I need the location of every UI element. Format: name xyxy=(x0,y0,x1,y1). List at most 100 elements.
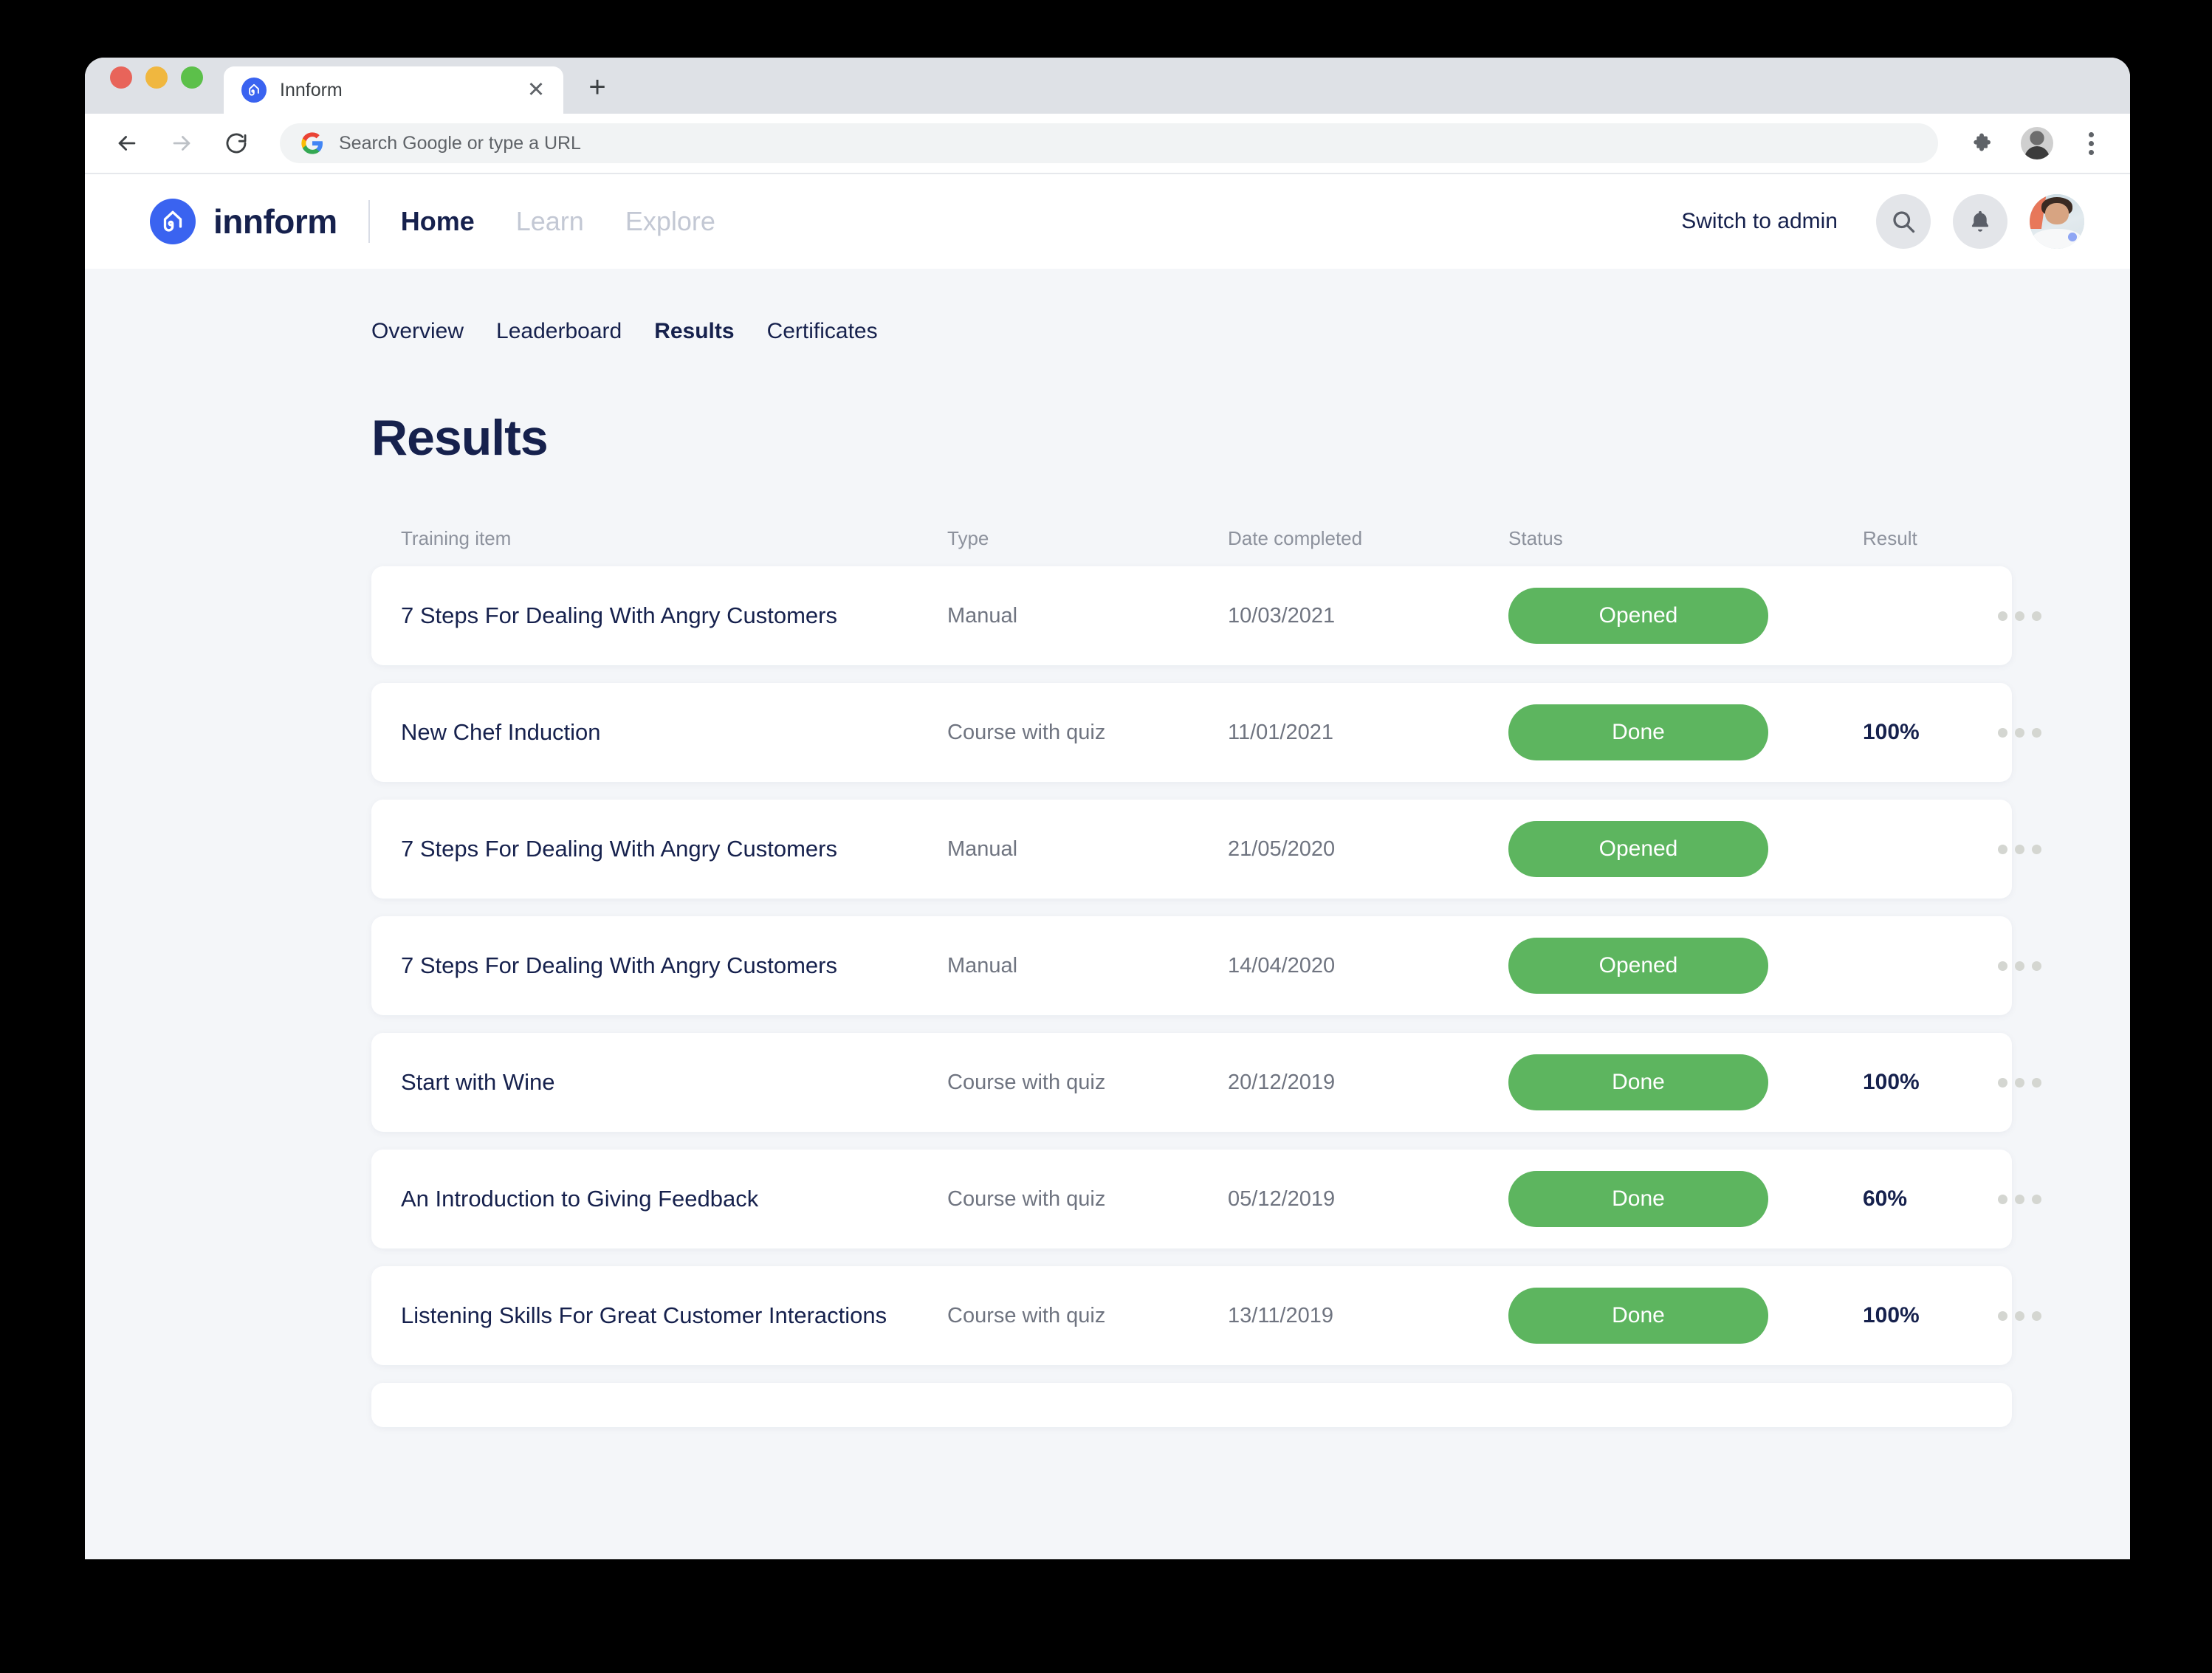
app-viewport: innform Home Learn Explore Switch to adm… xyxy=(85,174,2130,1559)
row-status: Done xyxy=(1508,1288,1863,1344)
row-date-completed: 13/11/2019 xyxy=(1228,1303,1333,1327)
row-training-item[interactable]: 7 Steps For Dealing With Angry Customers xyxy=(401,951,947,981)
table-row[interactable]: 7 Steps For Dealing With Angry Customers… xyxy=(371,800,2041,899)
sub-nav: Overview Leaderboard Results Certificate… xyxy=(85,269,2130,344)
column-header-training-item: Training item xyxy=(401,527,512,549)
status-badge: Opened xyxy=(1508,588,1768,644)
close-window-button[interactable] xyxy=(110,66,132,89)
row-type: Manual xyxy=(947,953,1018,978)
row-result: 60% xyxy=(1863,1186,1908,1211)
kebab-menu-icon[interactable] xyxy=(1996,844,2041,854)
table-row[interactable]: 7 Steps For Dealing With Angry Customers… xyxy=(371,566,2041,665)
puzzle-piece-icon[interactable] xyxy=(1966,126,2000,160)
switch-to-admin-link[interactable]: Switch to admin xyxy=(1681,209,1838,234)
status-badge: Opened xyxy=(1508,821,1768,877)
kebab-menu-icon[interactable] xyxy=(1996,1077,2041,1088)
row-result: 100% xyxy=(1863,1070,1920,1094)
browser-toolbar: Search Google or type a URL xyxy=(85,114,2130,174)
row-type: Course with quiz xyxy=(947,720,1106,744)
sub-nav-item-certificates[interactable]: Certificates xyxy=(767,319,878,344)
nav-item-learn[interactable]: Learn xyxy=(516,206,584,237)
kebab-menu-icon[interactable] xyxy=(1996,611,2041,621)
row-training-item[interactable]: 7 Steps For Dealing With Angry Customers xyxy=(401,834,947,865)
row-training-item[interactable]: New Chef Induction xyxy=(401,718,947,748)
row-type: Course with quiz xyxy=(947,1186,1106,1211)
row-training-item[interactable]: Start with Wine xyxy=(401,1068,947,1098)
bell-icon[interactable] xyxy=(1953,194,2007,249)
arrow-left-icon[interactable] xyxy=(110,126,144,160)
row-date-completed: 05/12/2019 xyxy=(1228,1186,1336,1211)
minimize-window-button[interactable] xyxy=(145,66,168,89)
row-date-completed: 21/05/2020 xyxy=(1228,836,1336,861)
browser-tab-title: Innform xyxy=(280,79,343,100)
close-icon[interactable]: ✕ xyxy=(523,78,549,103)
column-header-result: Result xyxy=(1863,527,1917,549)
kebab-menu-icon[interactable] xyxy=(1996,1194,2041,1204)
sub-nav-item-results[interactable]: Results xyxy=(654,319,734,344)
three-dots-vertical-icon[interactable] xyxy=(2074,126,2108,160)
kebab-menu-icon[interactable] xyxy=(1996,1310,2041,1321)
arrow-right-icon[interactable] xyxy=(165,126,199,160)
window-controls xyxy=(110,58,203,114)
search-icon[interactable] xyxy=(1876,194,1931,249)
row-training-item[interactable]: An Introduction to Giving Feedback xyxy=(401,1184,947,1215)
chrome-profile-avatar[interactable] xyxy=(2021,127,2053,159)
table-header: Training item Type Date completed Status… xyxy=(371,527,2012,550)
row-status: Opened xyxy=(1508,588,1863,644)
main-nav: Home Learn Explore xyxy=(401,206,715,237)
innform-house-icon xyxy=(150,199,196,244)
search-input[interactable]: Search Google or type a URL xyxy=(280,123,1938,163)
row-type: Course with quiz xyxy=(947,1303,1106,1327)
row-date-completed: 14/04/2020 xyxy=(1228,953,1336,978)
table-row[interactable]: Start with Wine Course with quiz 20/12/201… xyxy=(371,1033,2041,1132)
header-actions: Switch to admin xyxy=(1681,194,2084,249)
status-badge: Done xyxy=(1508,1054,1768,1110)
google-g-icon xyxy=(301,132,323,154)
row-status: Opened xyxy=(1508,821,1863,877)
table-row[interactable]: Listening Skills For Great Customer Inte… xyxy=(371,1266,2041,1365)
table-row[interactable]: New Chef Induction Course with quiz 11/01/… xyxy=(371,683,2041,782)
row-type: Course with quiz xyxy=(947,1070,1106,1094)
page-title: Results xyxy=(371,410,549,466)
status-badge: Opened xyxy=(1508,938,1768,994)
table-rows: 7 Steps For Dealing With Angry Customers… xyxy=(371,566,2041,1365)
nav-item-explore[interactable]: Explore xyxy=(625,206,715,237)
status-badge: Done xyxy=(1508,1288,1768,1344)
table-row[interactable]: An Introduction to Giving Feedback Course… xyxy=(371,1150,2041,1248)
row-type: Manual xyxy=(947,836,1018,861)
brand-name: innform xyxy=(213,202,337,241)
browser-window: Innform ✕ + Search Google or type a URL xyxy=(85,58,2130,1559)
brand-logo[interactable]: innform xyxy=(150,199,337,244)
omnibox-text: Search Google or type a URL xyxy=(339,132,581,154)
browser-tab-strip: Innform ✕ + xyxy=(85,58,2130,114)
row-training-item[interactable]: 7 Steps For Dealing With Angry Customers xyxy=(401,601,947,631)
innform-logo-icon xyxy=(241,78,267,103)
table-row[interactable] xyxy=(371,1383,2012,1427)
sub-nav-item-leaderboard[interactable]: Leaderboard xyxy=(496,319,622,344)
sub-nav-item-overview[interactable]: Overview xyxy=(371,319,464,344)
maximize-window-button[interactable] xyxy=(181,66,203,89)
browser-tab[interactable]: Innform ✕ xyxy=(224,66,563,114)
row-training-item[interactable]: Listening Skills For Great Customer Inte… xyxy=(401,1301,947,1331)
plus-icon[interactable]: + xyxy=(580,69,615,105)
app-header: innform Home Learn Explore Switch to adm… xyxy=(85,174,2130,269)
row-type: Manual xyxy=(947,603,1018,628)
kebab-menu-icon[interactable] xyxy=(1996,961,2041,971)
column-header-date-completed: Date completed xyxy=(1228,527,1363,549)
status-badge: Done xyxy=(1508,704,1768,760)
nav-item-home[interactable]: Home xyxy=(401,206,475,237)
avatar[interactable] xyxy=(2030,194,2084,249)
row-date-completed: 11/01/2021 xyxy=(1228,720,1333,744)
row-status: Done xyxy=(1508,1171,1863,1227)
table-row[interactable]: 7 Steps For Dealing With Angry Customers… xyxy=(371,916,2041,1015)
column-header-status: Status xyxy=(1508,527,1563,549)
column-header-type: Type xyxy=(947,527,989,549)
kebab-menu-icon[interactable] xyxy=(1996,727,2041,738)
row-status: Done xyxy=(1508,1054,1863,1110)
reload-icon[interactable] xyxy=(219,126,253,160)
page-body: Results Training item Type Date complete… xyxy=(85,409,2130,1427)
row-date-completed: 10/03/2021 xyxy=(1228,603,1336,628)
row-status: Done xyxy=(1508,704,1863,760)
status-badge: Done xyxy=(1508,1171,1768,1227)
row-status: Opened xyxy=(1508,938,1863,994)
